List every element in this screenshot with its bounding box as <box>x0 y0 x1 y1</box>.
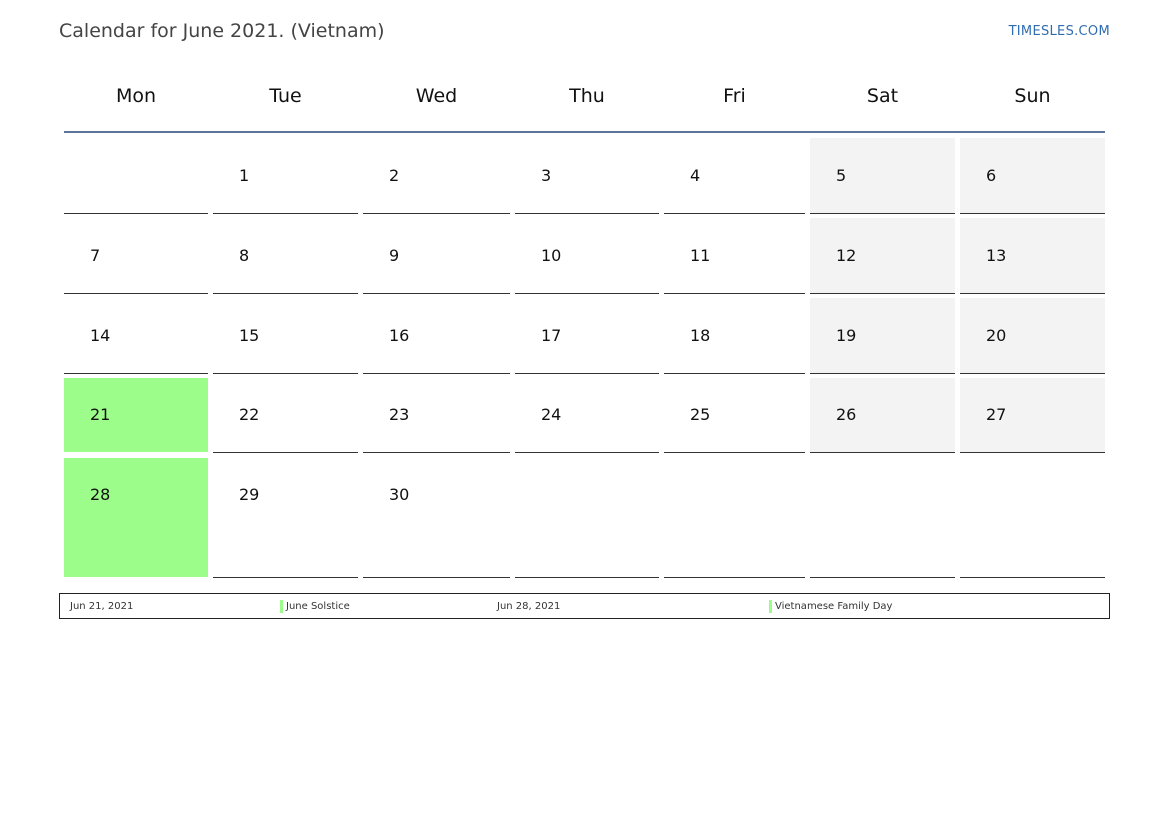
day-cell[interactable]: 11 <box>664 218 805 294</box>
day-number: 3 <box>541 166 552 185</box>
day-number: 2 <box>389 166 400 185</box>
day-number: 30 <box>389 485 410 504</box>
day-cell[interactable]: 9 <box>363 218 510 294</box>
weekday-sun: Sun <box>1014 85 1051 107</box>
day-cell[interactable]: 30 <box>363 458 510 578</box>
day-number: 7 <box>90 246 101 265</box>
legend-date: Jun 21, 2021 <box>70 601 134 612</box>
day-number: 11 <box>690 246 711 265</box>
legend-holiday-name: June Solstice <box>280 600 350 613</box>
day-cell[interactable]: 10 <box>515 218 659 294</box>
day-cell[interactable]: 2 <box>363 138 510 214</box>
day-number: 25 <box>690 405 711 424</box>
day-number: 21 <box>90 405 111 424</box>
day-cell[interactable]: 16 <box>363 298 510 374</box>
day-cell[interactable]: 12 <box>810 218 955 294</box>
day-number: 28 <box>90 485 111 504</box>
day-number: 19 <box>836 326 857 345</box>
day-cell[interactable]: 5 <box>810 138 955 214</box>
weekday-wed: Wed <box>415 85 458 107</box>
day-number: 9 <box>389 246 400 265</box>
holiday-color-marker <box>280 600 283 613</box>
day-number: 1 <box>239 166 250 185</box>
day-cell[interactable]: 15 <box>213 298 358 374</box>
day-number: 27 <box>986 405 1007 424</box>
day-cell <box>810 458 955 578</box>
day-number: 5 <box>836 166 847 185</box>
weekday-thu: Thu <box>569 85 605 107</box>
day-cell[interactable]: 27 <box>960 378 1105 453</box>
day-number: 13 <box>986 246 1007 265</box>
day-number: 18 <box>690 326 711 345</box>
day-cell <box>664 458 805 578</box>
day-cell[interactable]: 6 <box>960 138 1105 214</box>
weekday-mon: Mon <box>115 85 157 107</box>
legend-holiday-label: June Solstice <box>286 601 350 612</box>
weekday-header-row: Mon Tue Wed Thu Fri Sat Sun <box>64 85 1105 115</box>
page-title: Calendar for June 2021. (Vietnam) <box>59 20 385 42</box>
day-number: 8 <box>239 246 250 265</box>
day-cell[interactable]: 23 <box>363 378 510 453</box>
day-number: 29 <box>239 485 260 504</box>
day-number: 17 <box>541 326 562 345</box>
day-cell[interactable]: 18 <box>664 298 805 374</box>
holiday-color-marker <box>769 600 772 613</box>
day-number: 4 <box>690 166 701 185</box>
day-cell[interactable]: 24 <box>515 378 659 453</box>
day-cell <box>515 458 659 578</box>
day-number: 24 <box>541 405 562 424</box>
day-cell[interactable]: 19 <box>810 298 955 374</box>
day-number: 15 <box>239 326 260 345</box>
day-number: 6 <box>986 166 997 185</box>
day-cell[interactable]: 13 <box>960 218 1105 294</box>
day-number: 20 <box>986 326 1007 345</box>
day-cell[interactable]: 4 <box>664 138 805 214</box>
day-cell <box>960 458 1105 578</box>
weekday-sat: Sat <box>866 85 899 107</box>
day-cell[interactable]: 22 <box>213 378 358 453</box>
day-cell[interactable]: 29 <box>213 458 358 578</box>
day-number: 23 <box>389 405 410 424</box>
day-cell[interactable]: 1 <box>213 138 358 214</box>
legend-holiday-label: Vietnamese Family Day <box>775 601 893 612</box>
day-cell[interactable]: 28 <box>64 458 208 577</box>
site-link[interactable]: TIMESLES.COM <box>1009 24 1110 39</box>
day-cell[interactable]: 3 <box>515 138 659 214</box>
day-number: 22 <box>239 405 260 424</box>
day-cell[interactable]: 25 <box>664 378 805 453</box>
header-divider <box>64 131 1105 133</box>
day-number: 10 <box>541 246 562 265</box>
day-number: 12 <box>836 246 857 265</box>
weekday-fri: Fri <box>723 85 746 107</box>
legend-date: Jun 28, 2021 <box>497 601 561 612</box>
legend-holiday-name: Vietnamese Family Day <box>769 600 893 613</box>
day-cell[interactable]: 17 <box>515 298 659 374</box>
day-cell[interactable]: 26 <box>810 378 955 453</box>
day-cell[interactable]: 8 <box>213 218 358 294</box>
day-cell[interactable]: 20 <box>960 298 1105 374</box>
day-cell <box>64 138 208 214</box>
day-cell[interactable]: 7 <box>64 218 208 294</box>
holiday-legend: Jun 21, 2021 June Solstice Jun 28, 2021 … <box>59 593 1110 619</box>
day-number: 14 <box>90 326 111 345</box>
day-number: 26 <box>836 405 857 424</box>
day-number: 16 <box>389 326 410 345</box>
weekday-tue: Tue <box>269 85 302 107</box>
day-cell[interactable]: 21 <box>64 378 208 452</box>
day-cell[interactable]: 14 <box>64 298 208 374</box>
